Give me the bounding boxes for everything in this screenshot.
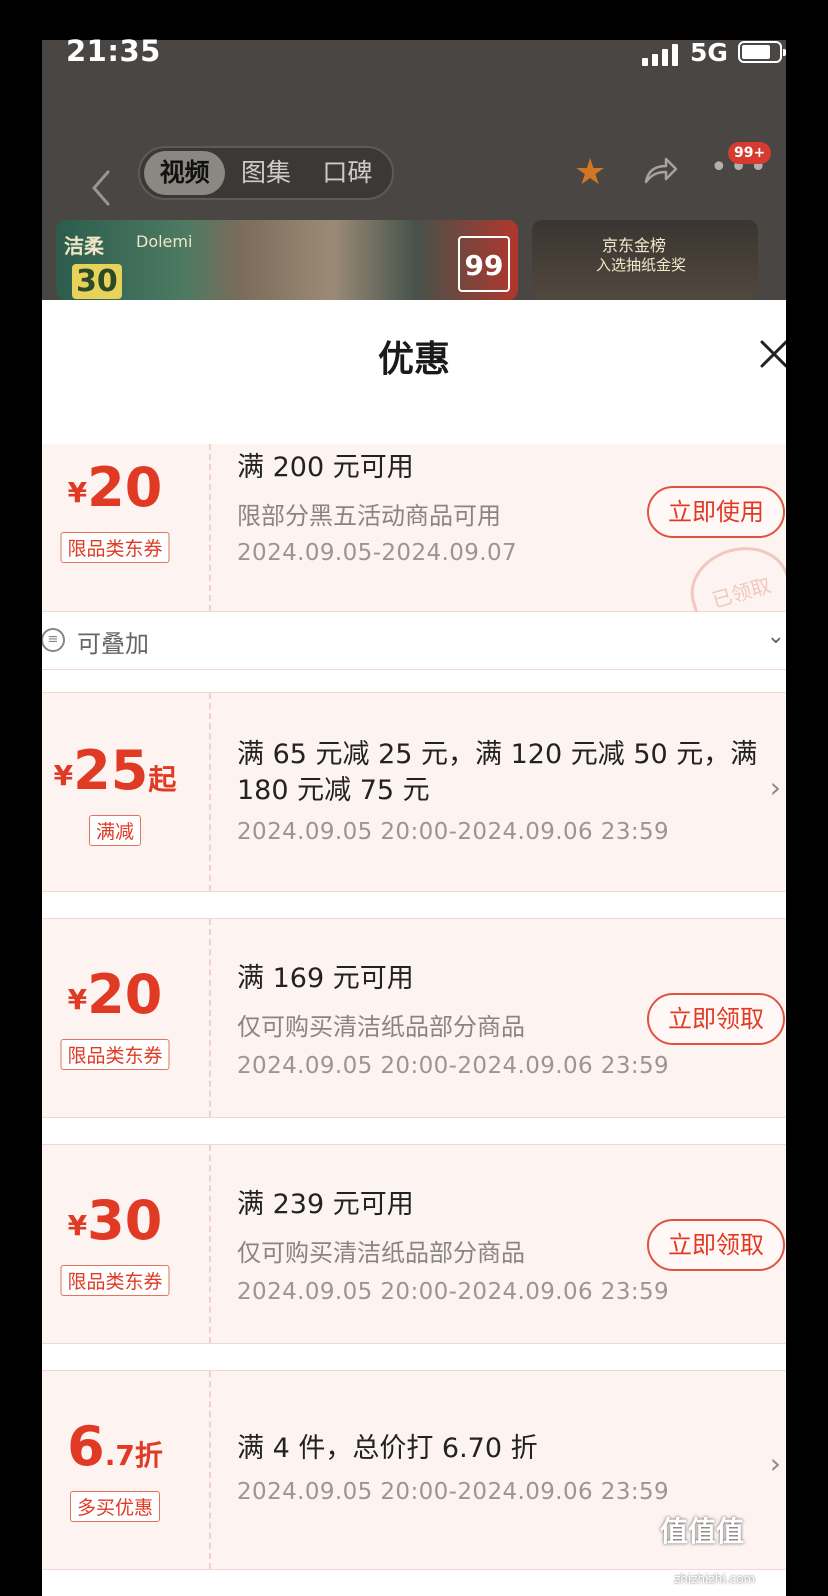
coupon-left: 6.7折 多买优惠 — [42, 1371, 211, 1569]
coupon-card: ¥20 限品类东券 满 169 元可用 仅可购买清洁纸品部分商品 2024.09… — [42, 918, 786, 1118]
share-icon[interactable] — [640, 150, 680, 190]
coupon-condition: 满 200 元可用 — [237, 452, 414, 483]
stackable-label: 可叠加 — [77, 630, 149, 658]
stack-icon: ≡ — [42, 628, 65, 652]
watermark: 值值值 — [660, 1515, 745, 1548]
tab-video[interactable]: 视频 — [144, 151, 226, 195]
coupon-scope: 限部分黑五活动商品可用 — [237, 502, 501, 530]
coupon-amount: 6.7折 — [67, 1415, 163, 1478]
thumbnail-video[interactable]: 洁柔 Dolemi 30 99 — [56, 220, 518, 300]
thumb-promo: 99 — [458, 236, 510, 292]
coupon-validity: 2024.09.05 20:00-2024.09.06 23:59 — [237, 1053, 670, 1079]
coupon-scope: 仅可购买清洁纸品部分商品 — [237, 1013, 525, 1041]
coupon-scope: 仅可购买清洁纸品部分商品 — [237, 1239, 525, 1267]
notification-badge: 99+ — [728, 142, 772, 164]
offers-sheet: 优惠 ¥20 限品类东券 满 200 元可用 限部分黑五活动商品可用 2024.… — [42, 300, 786, 1596]
coupon-left: ¥25起 满减 — [42, 693, 211, 891]
coupon-tag: 限品类东券 — [60, 1039, 170, 1070]
status-time: 21:35 — [66, 34, 161, 68]
network-type: 5G — [690, 38, 728, 67]
award-sub: 入选抽纸金奖 — [596, 256, 687, 274]
coupon-amount: ¥30 — [67, 1189, 163, 1252]
chevron-right-icon: › — [769, 771, 781, 804]
coupon-amount: ¥20 — [67, 456, 163, 519]
battery-icon — [738, 41, 786, 63]
coupon-condition: 满 169 元可用 — [237, 963, 414, 994]
coupon-amount: ¥20 — [67, 963, 163, 1026]
status-bar: 21:35 5G — [0, 0, 828, 100]
coupon-condition: 满 239 元可用 — [237, 1189, 414, 1220]
stackable-row[interactable]: ≡ 可叠加 ⌄ — [42, 612, 786, 670]
thumbnail-award[interactable]: 京东金榜 入选抽纸金奖 — [532, 220, 758, 300]
coupon-card: ¥30 限品类东券 满 239 元可用 仅可购买清洁纸品部分商品 2024.09… — [42, 1144, 786, 1344]
coupon-condition: 满 65 元减 25 元，满 120 元减 50 元，满 — [237, 739, 758, 770]
coupon-tag: 满减 — [88, 815, 142, 846]
back-icon[interactable] — [86, 168, 116, 208]
signal-icon — [642, 42, 678, 66]
media-tab-switcher: 视频 图集 口碑 — [138, 146, 394, 200]
coupon-tag: 限品类东券 — [60, 1265, 170, 1296]
coupon-validity: 2024.09.05 20:00-2024.09.06 23:59 — [237, 819, 670, 845]
coupon-card[interactable]: ¥25起 满减 满 65 元减 25 元，满 120 元减 50 元，满 180… — [42, 692, 786, 892]
sheet-title: 优惠 — [377, 339, 450, 380]
claim-now-button[interactable]: 立即领取 — [647, 993, 785, 1045]
coupon-validity: 2024.09.05 20:00-2024.09.06 23:59 — [237, 1479, 670, 1505]
coupon-tag: 限品类东券 — [60, 532, 170, 563]
coupon-left: ¥20 限品类东券 — [42, 919, 211, 1117]
coupon-amount: ¥25起 — [53, 739, 177, 802]
watermark-url: zhizhizhi.com — [674, 1572, 756, 1586]
tab-reviews[interactable]: 口碑 — [307, 151, 388, 195]
coupon-card: ¥20 限品类东券 满 200 元可用 限部分黑五活动商品可用 2024.09.… — [42, 444, 786, 612]
coupon-validity: 2024.09.05 20:00-2024.09.06 23:59 — [237, 1279, 670, 1305]
app-screen: 视频 图集 口碑 ★ ••• 99+ 洁柔 Dolemi 30 99 京东金榜 … — [42, 40, 786, 1596]
coupon-validity: 2024.09.05-2024.09.07 — [237, 540, 518, 566]
award-title: 京东金榜 — [602, 236, 667, 255]
coupon-left: ¥30 限品类东券 — [42, 1145, 211, 1343]
chevron-down-icon: ⌄ — [766, 624, 785, 649]
use-now-button[interactable]: 立即使用 — [647, 486, 785, 538]
thumb-coupon-value: 30 — [72, 264, 122, 299]
favorite-star-icon[interactable]: ★ — [574, 152, 606, 193]
thumb-brand: 洁柔 — [64, 234, 104, 258]
claim-now-button[interactable]: 立即领取 — [647, 1219, 785, 1271]
thumb-brand-en: Dolemi — [136, 232, 193, 251]
chevron-right-icon: › — [769, 1447, 781, 1480]
coupon-condition: 满 4 件，总价打 6.70 折 — [237, 1433, 538, 1464]
coupon-tag: 多买优惠 — [69, 1491, 161, 1522]
tab-gallery[interactable]: 图集 — [225, 151, 306, 195]
close-icon[interactable] — [754, 334, 786, 374]
coupon-condition-cont: 180 元减 75 元 — [237, 775, 430, 806]
coupon-left: ¥20 限品类东券 — [42, 444, 211, 611]
